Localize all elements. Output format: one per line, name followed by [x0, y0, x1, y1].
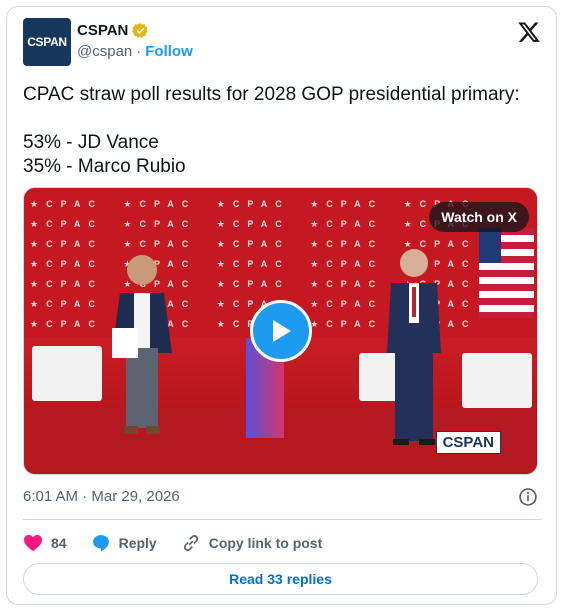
info-icon[interactable] — [518, 487, 538, 507]
author-handle[interactable]: @cspan — [77, 43, 132, 60]
stage-chair — [462, 353, 532, 408]
play-icon — [273, 320, 291, 342]
author-handle-row: @cspan · Follow — [77, 43, 193, 60]
tweet-header: CSPAN CSPAN @cspan · Follow — [23, 18, 542, 68]
american-flag — [479, 228, 534, 318]
x-logo-icon[interactable] — [516, 20, 542, 44]
tweet-timestamp[interactable]: 6:01 AM · Mar 29, 2026 — [23, 488, 180, 505]
like-count: 84 — [51, 535, 67, 551]
author-name[interactable]: CSPAN — [77, 22, 128, 39]
cspan-watermark: CSPAN — [435, 431, 501, 454]
play-button[interactable] — [250, 300, 312, 362]
reply-button[interactable]: Reply — [91, 533, 157, 553]
avatar-text: CSPAN — [27, 35, 67, 49]
reply-bubble-icon — [92, 535, 109, 552]
reply-label: Reply — [118, 535, 157, 551]
read-replies-button[interactable]: Read 33 replies — [23, 563, 538, 595]
watch-on-x-button[interactable]: Watch on X — [429, 202, 529, 232]
separator-dot: · — [136, 43, 142, 60]
copy-link-button[interactable]: Copy link to post — [181, 533, 323, 553]
follow-button[interactable]: Follow — [145, 43, 193, 60]
copy-link-label: Copy link to post — [208, 535, 323, 551]
stage-chair — [32, 346, 102, 401]
verified-badge-icon — [132, 23, 149, 38]
speaker-right — [387, 249, 441, 445]
divider — [23, 519, 542, 520]
tweet-text: CPAC straw poll results for 2028 GOP pre… — [23, 84, 520, 177]
avatar[interactable]: CSPAN — [23, 18, 71, 66]
author-name-row: CSPAN — [77, 22, 149, 39]
action-bar: 84 Reply Copy link to post — [23, 526, 346, 560]
speaker-left — [112, 255, 172, 434]
video-player[interactable]: ★CPAC ★CPAC ★CPAC ★CPAC ★CPAC ★CPAC ★CPA… — [23, 187, 538, 475]
heart-icon — [24, 534, 42, 552]
like-button[interactable]: 84 — [23, 534, 67, 552]
tweet-card: CSPAN CSPAN @cspan · Follow CPAC straw p… — [6, 6, 557, 605]
link-icon — [183, 535, 198, 551]
